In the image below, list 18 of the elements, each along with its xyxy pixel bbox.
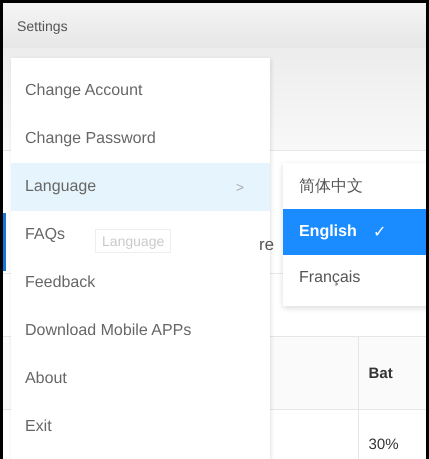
partial-text: re <box>259 235 274 255</box>
chevron-icon: > <box>236 179 244 195</box>
sidebar-active-indicator <box>3 213 6 271</box>
menu-item[interactable]: Feedback <box>25 259 96 307</box>
language-option[interactable]: Français <box>283 255 426 301</box>
table-cell: 30% <box>358 410 426 459</box>
language-option[interactable]: English ✓ <box>283 209 426 255</box>
menu-item[interactable]: Change Password <box>25 115 156 163</box>
menu-item[interactable]: Exit <box>25 403 52 451</box>
header-title: Settings <box>17 18 68 34</box>
check-icon: ✓ <box>372 222 386 242</box>
language-option[interactable]: 简体中文 <box>283 163 426 209</box>
menu-item[interactable]: About <box>25 355 67 403</box>
menu-item[interactable]: Change Account <box>25 67 142 115</box>
menu-item[interactable]: Download Mobile APPs <box>25 307 192 355</box>
column-header: Bat <box>358 337 426 409</box>
menu-item[interactable]: Language > <box>11 163 270 211</box>
menu-item[interactable]: FAQs <box>25 211 66 259</box>
